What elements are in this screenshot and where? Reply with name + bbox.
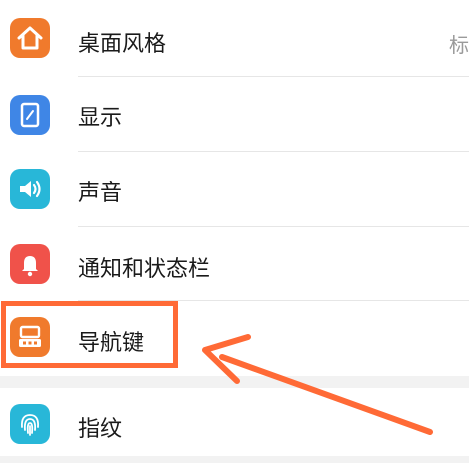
annotation-arrow [202, 334, 433, 435]
